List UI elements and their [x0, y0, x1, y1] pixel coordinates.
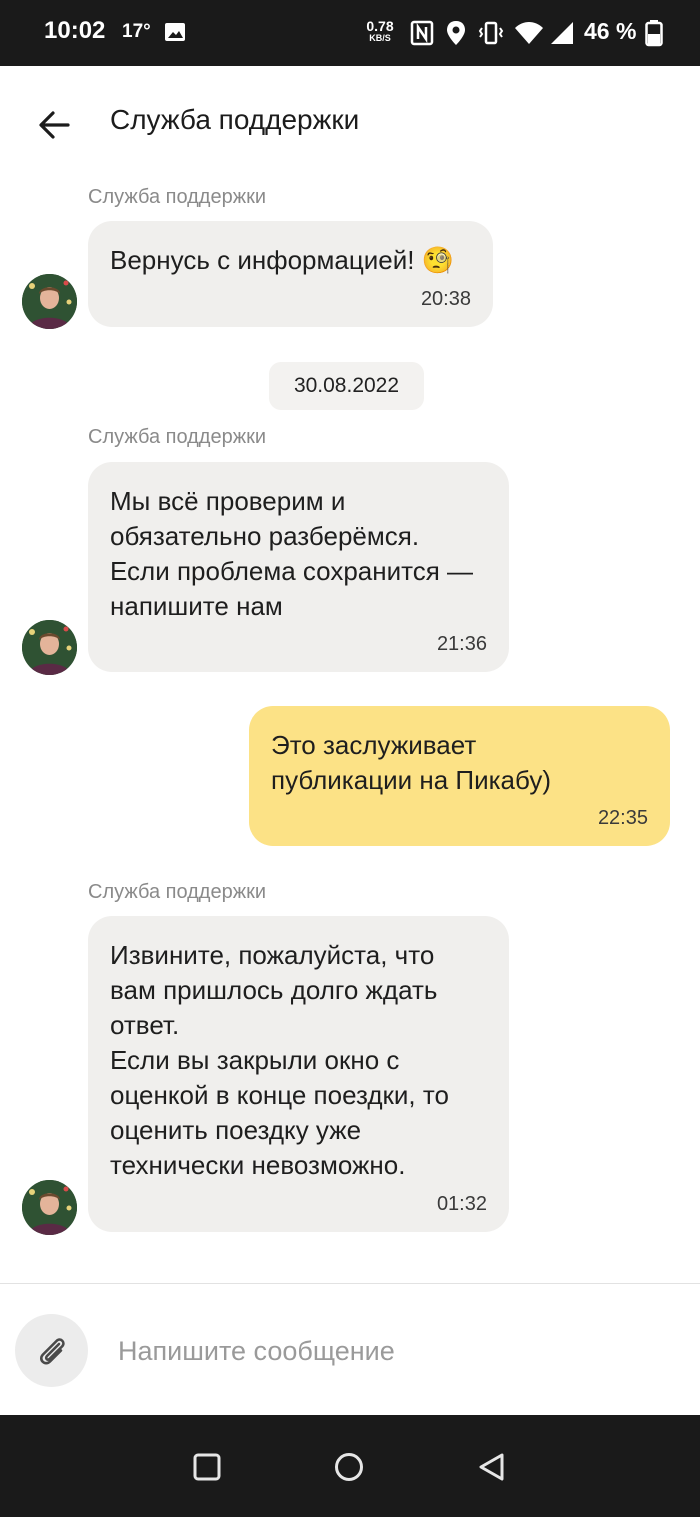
date-separator: 30.08.2022 [269, 362, 424, 410]
message-input[interactable] [118, 1326, 658, 1376]
message-sender: Служба поддержки [88, 186, 267, 208]
composer-divider [0, 1283, 700, 1284]
message-sender: Служба поддержки [88, 426, 267, 448]
vibrate-icon [478, 21, 504, 45]
wifi-icon [515, 22, 543, 44]
network-speed-value: 0.78 [366, 18, 394, 34]
message-text: Извините, пожалуйста, что вам пришлось д… [110, 940, 449, 1180]
gallery-icon [165, 23, 185, 41]
location-icon [447, 21, 465, 45]
status-bar: 10:02 17° 0.78 KB/S 46 % [0, 0, 700, 66]
home-button[interactable] [333, 1451, 365, 1483]
arrow-left-icon [39, 111, 70, 139]
message-text: Мы всё проверим и обязательно разберёмся… [110, 486, 474, 621]
attach-button[interactable] [15, 1314, 88, 1387]
page-title: Служба поддержки [110, 104, 360, 135]
cellular-signal-icon [551, 22, 573, 44]
network-speed-unit: KB/S [369, 33, 391, 43]
message-bubble-support[interactable]: Извините, пожалуйста, что вам пришлось д… [88, 916, 509, 1232]
battery-percent: 46 % [584, 18, 637, 44]
message-text: Это заслуживает публикации на Пикабу) [271, 730, 551, 795]
back-button[interactable] [32, 103, 76, 147]
battery-icon [645, 20, 663, 47]
nfc-icon [410, 20, 434, 46]
message-sender: Служба поддержки [88, 881, 267, 903]
avatar [22, 620, 77, 675]
paperclip-icon [39, 1337, 65, 1364]
avatar [22, 274, 77, 329]
message-time: 22:35 [597, 807, 648, 829]
chat-header: Служба поддержки [0, 66, 700, 180]
message-time: 21:36 [436, 633, 487, 655]
recents-button[interactable] [191, 1451, 223, 1483]
back-nav-button[interactable] [476, 1451, 508, 1483]
message-text: Вернусь с информацией! 🧐 [110, 245, 455, 275]
message-time: 20:38 [420, 288, 471, 310]
message-time: 01:32 [436, 1193, 487, 1215]
message-bubble-own[interactable]: Это заслуживает публикации на Пикабу) 22… [249, 706, 670, 846]
status-temperature: 17° [122, 21, 151, 42]
message-bubble-support[interactable]: Вернусь с информацией! 🧐 20:38 [88, 221, 493, 327]
system-navigation-bar [0, 1415, 700, 1517]
network-speed: 0.78 KB/S [362, 19, 398, 43]
avatar [22, 1180, 77, 1235]
message-bubble-support[interactable]: Мы всё проверим и обязательно разберёмся… [88, 462, 509, 672]
status-time: 10:02 [44, 17, 106, 44]
